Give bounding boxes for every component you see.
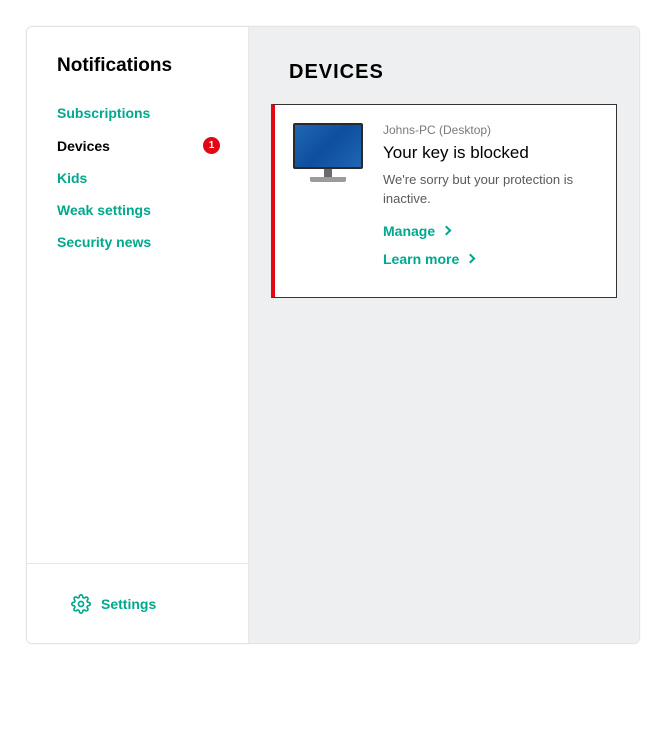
notification-badge: 1 <box>203 137 220 154</box>
sidebar-item-label: Weak settings <box>57 202 151 218</box>
manage-link[interactable]: Manage <box>383 223 596 239</box>
sidebar-item-label: Subscriptions <box>57 105 150 121</box>
sidebar-item-weak-settings[interactable]: Weak settings <box>57 194 248 226</box>
device-card: Johns-PC (Desktop) Your key is blocked W… <box>271 104 617 298</box>
sidebar-item-label: Devices <box>57 138 110 154</box>
nav-list: Subscriptions Devices 1 Kids Weak settin… <box>57 97 248 258</box>
action-label: Manage <box>383 223 435 239</box>
sidebar-inner: Notifications Subscriptions Devices 1 Ki… <box>27 27 248 563</box>
sidebar-item-security-news[interactable]: Security news <box>57 226 248 258</box>
sidebar-item-label: Kids <box>57 170 87 186</box>
sidebar-title: Notifications <box>57 55 248 77</box>
chevron-right-icon <box>466 254 476 264</box>
action-label: Learn more <box>383 251 459 267</box>
chevron-right-icon <box>442 226 452 236</box>
sidebar-item-devices[interactable]: Devices 1 <box>57 129 248 162</box>
settings-label: Settings <box>101 596 156 612</box>
app-window: Notifications Subscriptions Devices 1 Ki… <box>26 26 640 644</box>
gear-icon <box>71 594 91 614</box>
device-name: Johns-PC (Desktop) <box>383 123 596 137</box>
card-body: Johns-PC (Desktop) Your key is blocked W… <box>383 123 596 279</box>
sidebar-item-subscriptions[interactable]: Subscriptions <box>57 97 248 129</box>
settings-button[interactable]: Settings <box>27 563 248 643</box>
sidebar-item-label: Security news <box>57 234 151 250</box>
learn-more-link[interactable]: Learn more <box>383 251 596 267</box>
card-description: We're sorry but your protection is inact… <box>383 171 596 209</box>
page-title: DEVICES <box>289 61 617 84</box>
desktop-icon <box>293 123 363 187</box>
sidebar: Notifications Subscriptions Devices 1 Ki… <box>27 27 249 643</box>
sidebar-item-kids[interactable]: Kids <box>57 162 248 194</box>
device-image <box>293 123 365 279</box>
card-title: Your key is blocked <box>383 143 596 163</box>
main-panel: DEVICES Johns-PC (Desktop) Your key is b… <box>249 27 639 643</box>
